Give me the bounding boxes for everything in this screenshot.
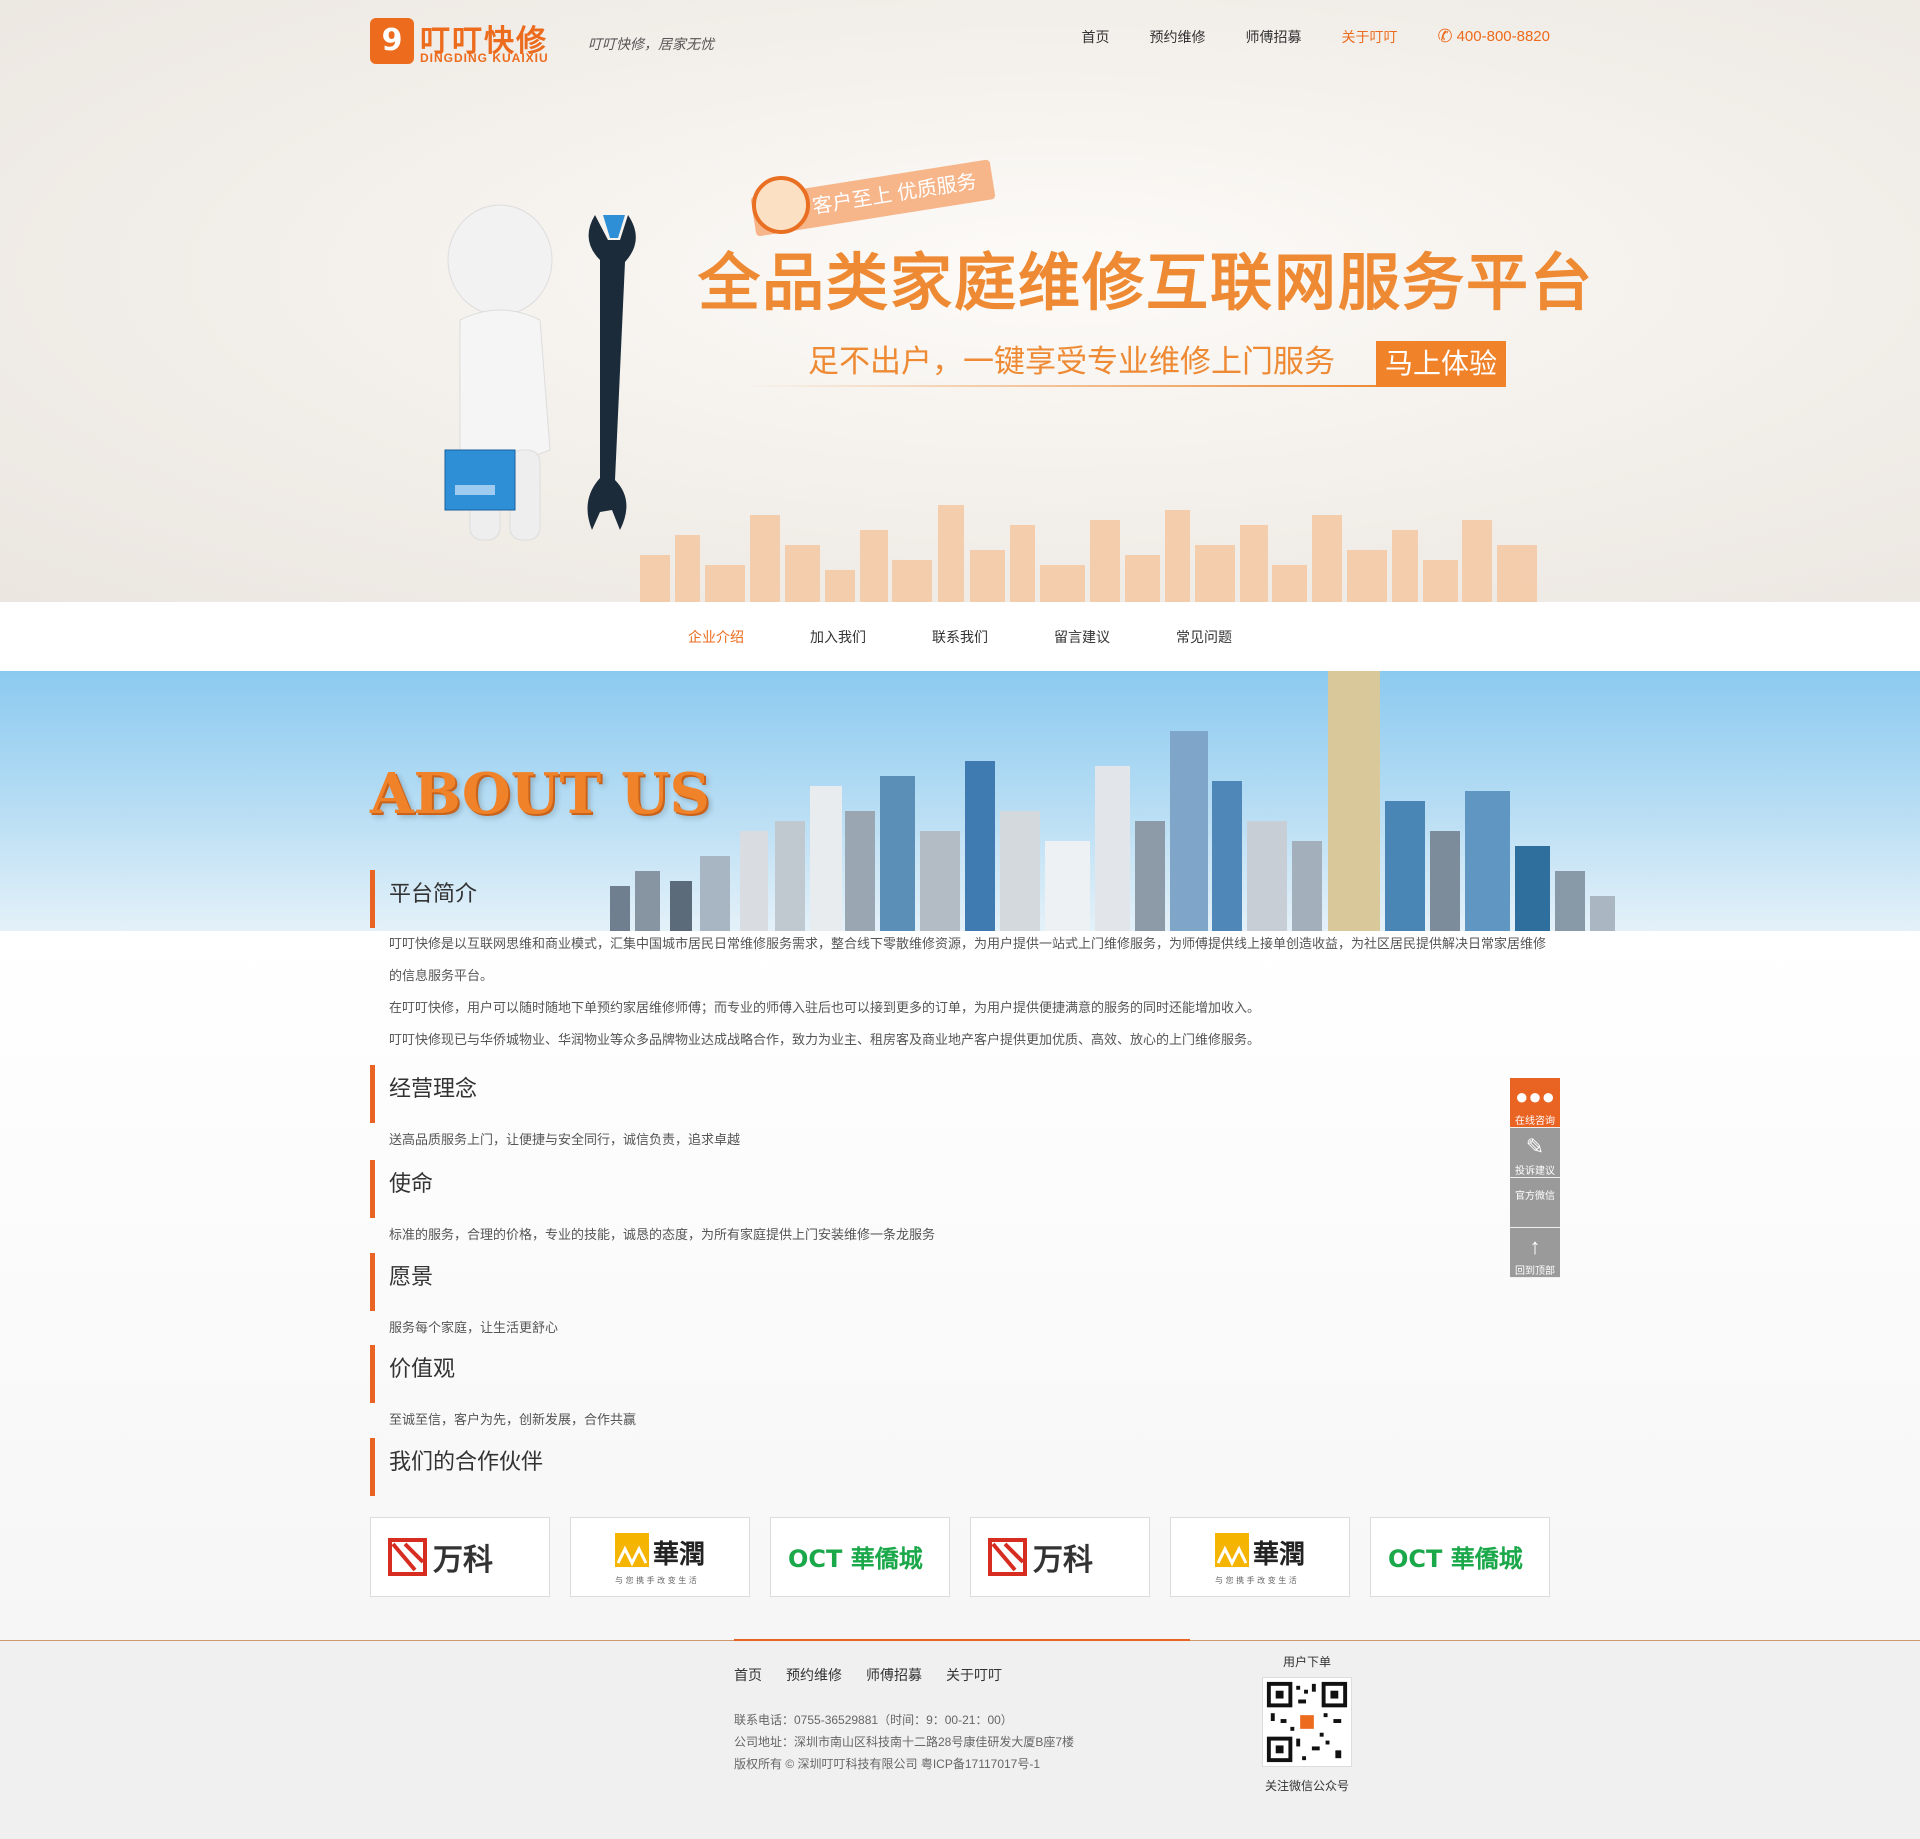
phone-number: 400-800-8820 [1456, 28, 1550, 45]
partner-oct[interactable]: OCT 華僑城 [1370, 1517, 1550, 1597]
section-heading: 平台简介 [370, 870, 1550, 928]
side-float-toolbar: ●●● 在线咨询 ✎ 投诉建议 官方微信 ↑ 回到顶部 [1510, 1078, 1560, 1278]
subnav-item-faq[interactable]: 常见问题 [1176, 627, 1232, 647]
phone-icon: ✆ [1437, 26, 1453, 46]
brand-slogan: 叮叮快修，居家无忧 [588, 37, 714, 53]
section-values: 价值观 至诚至信，客户为先，创新发展，合作共赢 [370, 1345, 1550, 1436]
logo-mark[interactable]: 9 [370, 18, 414, 64]
partner-vanke[interactable]: 万科 [970, 1517, 1150, 1597]
section-platform-intro: 平台简介 叮叮快修是以互联网思维和商业模式，汇集中国城市居民日常维修服务需求，整… [370, 870, 1550, 1056]
side-label: 在线咨询 [1515, 1116, 1555, 1127]
city-silhouette-illustration [640, 505, 1537, 602]
footer-nav: 首页 预约维修 师傅招募 关于叮叮 [734, 1665, 1026, 1685]
intro-paragraph-2: 在叮叮快修，用户可以随时随地下单预约家居维修师傅；而专业的师傅入驻后也可以接到更… [389, 1000, 1261, 1015]
section-vision: 愿景 服务每个家庭，让生活更舒心 [370, 1253, 1550, 1344]
side-label: 投诉建议 [1515, 1166, 1555, 1177]
vanke-logo: 万科 [388, 1538, 493, 1578]
oct-logo: OCT 華僑城 [1388, 1545, 1523, 1573]
section-philosophy: 经营理念 送高品质服务上门，让便捷与安全同行，诚信负责，追求卓越 [370, 1065, 1550, 1156]
partner-name: 華潤 [653, 1540, 705, 1570]
section-mission: 使命 标准的服务，合理的价格，专业的技能，诚恳的态度，为所有家庭提供上门安装维修… [370, 1160, 1550, 1251]
nav-item-recruit[interactable]: 师傅招募 [1245, 27, 1301, 47]
intro-paragraph-3: 叮叮快修现已与华侨城物业、华润物业等众多品牌物业达成战略合作，致力为业主、租房客… [389, 1032, 1261, 1047]
complaint-button[interactable]: ✎ 投诉建议 [1510, 1128, 1560, 1178]
oct-logo: OCT 華僑城 [788, 1545, 923, 1573]
subnav-item-feedback[interactable]: 留言建议 [1054, 627, 1110, 647]
section-heading: 价值观 [370, 1345, 1550, 1403]
section-partners: 我们的合作伙伴 [370, 1438, 1550, 1496]
values-text: 至诚至信，客户为先，创新发展，合作共赢 [389, 1412, 637, 1427]
footer-info: 联系电话：0755-36529881（时间：9：00-21：00） 公司地址：深… [734, 1709, 1074, 1775]
partner-vanke[interactable]: 万科 [370, 1517, 550, 1597]
section-heading: 我们的合作伙伴 [370, 1438, 1550, 1496]
side-label: 回到顶部 [1515, 1266, 1555, 1277]
partner-name: 万科 [433, 1543, 493, 1578]
section-heading: 经营理念 [370, 1065, 1550, 1123]
crc-logo: 華潤 与 您 携 手 改 变 生 活 [1215, 1533, 1305, 1585]
back-to-top-button[interactable]: ↑ 回到顶部 [1510, 1228, 1560, 1278]
footer-address: 公司地址：深圳市南山区科技南十二路28号康佳研发大厦B座7楼 [734, 1735, 1075, 1749]
partner-tagline: 与 您 携 手 改 变 生 活 [615, 1575, 697, 1585]
partner-name: OCT 華僑城 [788, 1545, 923, 1573]
main-nav: 首页 预约维修 师傅招募 关于叮叮 ✆ 400-800-8820 [1041, 26, 1550, 47]
wechat-button[interactable]: 官方微信 [1510, 1178, 1560, 1228]
nav-item-about[interactable]: 关于叮叮 [1341, 27, 1397, 47]
vanke-logo: 万科 [988, 1538, 1093, 1578]
online-consult-button[interactable]: ●●● 在线咨询 [1510, 1078, 1560, 1128]
footer-accent-line [734, 1639, 1190, 1641]
footer: 首页 预约维修 师傅招募 关于叮叮 联系电话：0755-36529881（时间：… [0, 1639, 1920, 1839]
vision-text: 服务每个家庭，让生活更舒心 [389, 1320, 559, 1335]
philosophy-text: 送高品质服务上门，让便捷与安全同行，诚信负责，追求卓越 [389, 1132, 741, 1147]
partner-logos: 万科 華潤 与 您 携 手 改 变 生 活 OCT 華僑城 万科 華潤 与 您 … [370, 1517, 1550, 1597]
partner-crc[interactable]: 華潤 与 您 携 手 改 变 生 活 [1170, 1517, 1350, 1597]
crc-logo: 華潤 与 您 携 手 改 变 生 活 [615, 1533, 705, 1585]
footer-link-about[interactable]: 关于叮叮 [946, 1665, 1002, 1685]
qr-code-image [1262, 1677, 1352, 1767]
partner-tagline: 与 您 携 手 改 变 生 活 [1215, 1575, 1297, 1585]
hero-title: 全品类家庭维修互联网服务平台 [698, 249, 1595, 318]
hero-banner: 9 叮叮快修 DINGDING KUAIXIU 叮叮快修，居家无忧 首页 预约维… [0, 0, 1920, 602]
chat-icon: ●●● [1515, 1084, 1555, 1109]
footer-copyright: 版权所有 © 深圳叮叮科技有限公司 粤ICP备17117017号-1 [734, 1757, 1041, 1771]
customer-face-icon [752, 176, 810, 234]
footer-link-recruit[interactable]: 师傅招募 [866, 1665, 922, 1685]
section-heading: 使命 [370, 1160, 1550, 1218]
hero-subtitle: 足不出户，一键享受专业维修上门服务 [808, 344, 1335, 379]
mission-text: 标准的服务，合理的价格，专业的技能，诚恳的态度，为所有家庭提供上门安装维修一条龙… [389, 1227, 936, 1242]
subnav-item-company[interactable]: 企业介绍 [688, 627, 744, 647]
subnav-item-join[interactable]: 加入我们 [810, 627, 866, 647]
partner-name: 万科 [1033, 1543, 1093, 1578]
subnav-item-contact[interactable]: 联系我们 [932, 627, 988, 647]
partner-oct[interactable]: OCT 華僑城 [770, 1517, 950, 1597]
logo-english: DINGDING KUAIXIU [420, 51, 549, 65]
nav-item-home[interactable]: 首页 [1081, 27, 1109, 47]
top-bar: 9 叮叮快修 DINGDING KUAIXIU 叮叮快修，居家无忧 首页 预约维… [370, 18, 1550, 70]
footer-link-booking[interactable]: 预约维修 [786, 1665, 842, 1685]
try-now-button[interactable]: 马上体验 [1376, 341, 1506, 387]
qr-caption: 关注微信公众号 [1265, 1779, 1350, 1793]
arrow-up-icon: ↑ [1529, 1234, 1541, 1259]
intro-paragraph-1: 叮叮快修是以互联网思维和商业模式，汇集中国城市居民日常维修服务需求，整合线下零散… [389, 936, 1547, 983]
side-label: 官方微信 [1515, 1191, 1555, 1202]
qr-title: 用户下单 [1283, 1655, 1332, 1669]
hero-underline [740, 385, 1380, 387]
footer-link-home[interactable]: 首页 [734, 1665, 762, 1685]
nav-phone[interactable]: ✆ 400-800-8820 [1437, 26, 1550, 47]
footer-phone: 联系电话：0755-36529881（时间：9：00-21：00） [734, 1713, 1013, 1727]
partner-name: 華潤 [1253, 1540, 1305, 1570]
about-subnav: 企业介绍 加入我们 联系我们 留言建议 常见问题 [0, 602, 1920, 671]
edit-icon: ✎ [1525, 1134, 1545, 1159]
nav-item-booking[interactable]: 预约维修 [1149, 27, 1205, 47]
partner-name: OCT 華僑城 [1388, 1545, 1523, 1573]
partner-crc[interactable]: 華潤 与 您 携 手 改 变 生 活 [570, 1517, 750, 1597]
section-heading: 愿景 [370, 1253, 1550, 1311]
